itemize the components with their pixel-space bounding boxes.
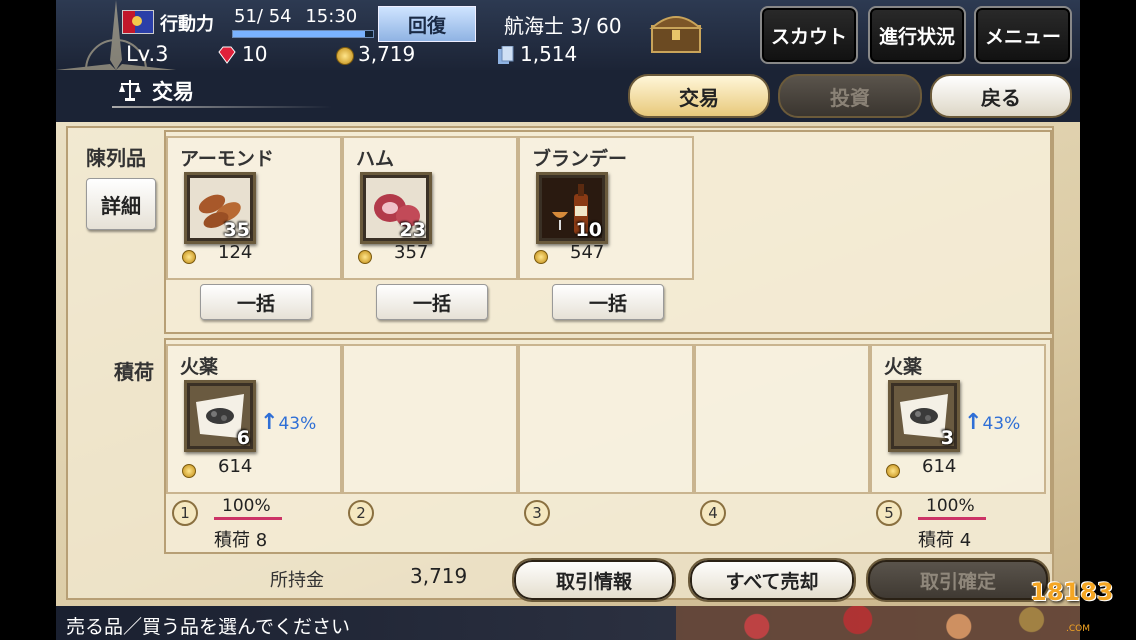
- load-bar: [918, 517, 986, 520]
- cargo-slot-1[interactable]: 火薬 6 ↑43% 614: [166, 344, 342, 494]
- back-button[interactable]: 戻る: [930, 74, 1072, 118]
- load-percent: 100%: [926, 496, 975, 516]
- slot-number-3: 3: [524, 500, 550, 526]
- item-name: ハム: [356, 148, 395, 170]
- coin-count: 3,719: [358, 42, 416, 66]
- item-price: 614: [218, 456, 253, 477]
- cargo-load: 積荷 8: [214, 530, 268, 551]
- item-icon-frame: 6: [184, 380, 256, 452]
- game-screen: 行動力 51/ 54 15:30 回復 航海士 3/ 60 Lv.3 10 3,…: [0, 0, 1136, 640]
- cargo-slot-3[interactable]: [518, 344, 694, 494]
- action-power-label: 行動力: [160, 14, 214, 35]
- pages-count: 1,514: [520, 42, 578, 66]
- navigator-count: 航海士 3/ 60: [504, 14, 622, 38]
- action-power-count: 51/ 54: [234, 6, 292, 27]
- left-letterbox: [0, 0, 56, 640]
- display-label: 陳列品: [86, 146, 146, 170]
- item-quantity: 23: [399, 219, 426, 241]
- item-icon-frame: 35: [184, 172, 256, 244]
- action-power-fill: [233, 31, 366, 37]
- item-name: 火薬: [884, 356, 923, 378]
- right-letterbox: [1080, 0, 1136, 640]
- item-price: 357: [394, 242, 429, 263]
- up-arrow-icon: ↑: [260, 410, 279, 435]
- page-title: 交易: [152, 80, 194, 104]
- bulk-buy-ham-button[interactable]: 一括: [376, 284, 488, 320]
- coin-icon: [534, 250, 548, 264]
- menu-button[interactable]: メニュー: [974, 6, 1072, 64]
- money-label: 所持金: [270, 570, 324, 591]
- cargo-slot-5[interactable]: 火薬 3 ↑43% 614: [870, 344, 1046, 494]
- action-power-bar: [232, 30, 374, 38]
- tab-invest[interactable]: 投資: [778, 74, 922, 118]
- display-item-ham[interactable]: ハム 23 357: [342, 136, 518, 280]
- slot-number-1: 1: [172, 500, 198, 526]
- treasure-chest-icon[interactable]: [648, 10, 704, 54]
- item-name: アーモンド: [180, 148, 274, 170]
- screen-header: 交易 交易 投資 戻る: [56, 70, 1080, 122]
- clock: 15:30: [305, 6, 358, 27]
- price-rate: ↑43%: [964, 410, 1020, 435]
- watermark-logo: 18183: [1030, 578, 1114, 606]
- rate-value: 43%: [982, 414, 1021, 434]
- title-underline: [112, 106, 332, 108]
- bulk-buy-brandy-button[interactable]: 一括: [552, 284, 664, 320]
- item-icon-frame: 10: [536, 172, 608, 244]
- tab-trade[interactable]: 交易: [628, 74, 770, 118]
- display-item-almond[interactable]: アーモンド 35 124: [166, 136, 342, 280]
- cargo-label: 積荷: [114, 360, 154, 384]
- item-price: 547: [570, 242, 605, 263]
- trade-info-button[interactable]: 取引情報: [512, 558, 676, 602]
- progress-button[interactable]: 進行状況: [868, 6, 966, 64]
- price-rate: ↑43%: [260, 410, 316, 435]
- status-bar: 行動力 51/ 54 15:30 回復 航海士 3/ 60 Lv.3 10 3,…: [56, 0, 1080, 140]
- detail-button[interactable]: 詳細: [86, 178, 156, 230]
- coin-icon: [182, 464, 196, 478]
- scout-button[interactable]: スカウト: [760, 6, 858, 64]
- item-icon-frame: 23: [360, 172, 432, 244]
- slot-number-2: 2: [348, 500, 374, 526]
- message-bar: 売る品／買う品を選んでください: [56, 606, 1080, 640]
- coin-icon: [336, 47, 354, 65]
- item-quantity: 6: [236, 427, 250, 449]
- sell-all-button[interactable]: すべて売却: [688, 558, 856, 602]
- recover-button[interactable]: 回復: [378, 6, 476, 42]
- gem-count: 10: [242, 42, 268, 66]
- nation-flag-icon: [122, 10, 154, 34]
- slot-number-5: 5: [876, 500, 902, 526]
- load-percent: 100%: [222, 496, 271, 516]
- bulk-buy-almond-button[interactable]: 一括: [200, 284, 312, 320]
- item-name: ブランデー: [532, 148, 628, 170]
- item-price: 614: [922, 456, 957, 477]
- confirm-trade-button[interactable]: 取引確定: [866, 558, 1050, 602]
- pages-icon: [498, 46, 514, 64]
- cargo-slot-4[interactable]: [694, 344, 870, 494]
- scale-icon: [119, 80, 141, 101]
- load-bar: [214, 517, 282, 520]
- coin-icon: [358, 250, 372, 264]
- display-item-brandy[interactable]: ブランデー 10 547: [518, 136, 694, 280]
- cargo-load: 積荷 4: [918, 530, 972, 551]
- slot-number-4: 4: [700, 500, 726, 526]
- money-value: 3,719: [410, 564, 468, 588]
- item-name: 火薬: [180, 356, 219, 378]
- action-power-value: 51/ 54 15:30: [234, 6, 357, 27]
- item-price: 124: [218, 242, 253, 263]
- player-level: Lv.3: [126, 42, 169, 66]
- coin-icon: [886, 464, 900, 478]
- cargo-slot-2[interactable]: [342, 344, 518, 494]
- item-quantity: 3: [940, 427, 954, 449]
- trade-panel: 陳列品 詳細 アーモンド 35 124 ハム 23 357 ブランデー 10 5…: [56, 122, 1080, 606]
- rate-value: 43%: [278, 414, 317, 434]
- spice-illustration: [676, 606, 1080, 640]
- up-arrow-icon: ↑: [964, 410, 983, 435]
- item-icon-frame: 3: [888, 380, 960, 452]
- gem-icon: [218, 46, 236, 64]
- watermark-sub: .COM: [1066, 624, 1090, 634]
- instruction-message: 売る品／買う品を選んでください: [66, 616, 351, 638]
- item-quantity: 35: [223, 219, 250, 241]
- item-quantity: 10: [575, 219, 602, 241]
- coin-icon: [182, 250, 196, 264]
